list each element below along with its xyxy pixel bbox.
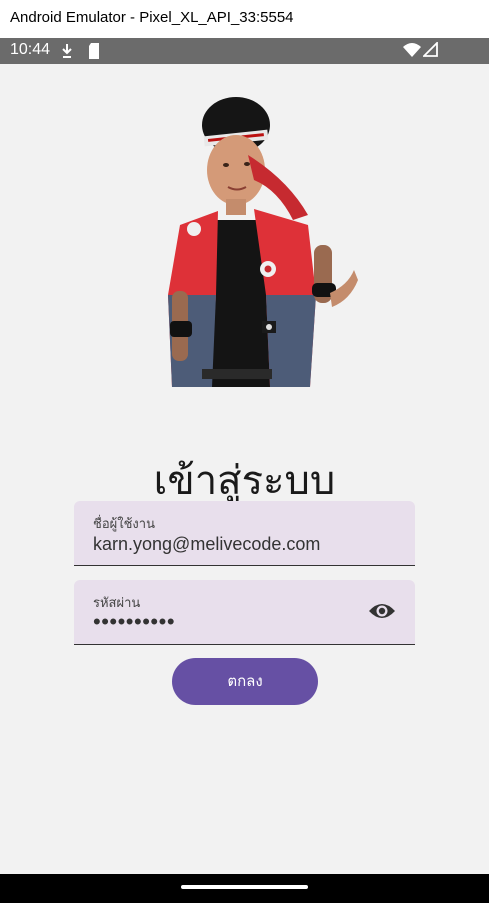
profile-photo: [168, 97, 358, 387]
navigation-bar: [0, 874, 489, 903]
status-bar: 10:44: [0, 38, 489, 64]
username-input[interactable]: [93, 534, 393, 555]
wifi-icon: [403, 43, 421, 57]
status-time: 10:44: [10, 41, 51, 58]
window-title-bar: Android Emulator - Pixel_XL_API_33:5554: [0, 0, 489, 38]
visibility-eye-icon[interactable]: [367, 600, 397, 622]
home-gesture-handle[interactable]: [181, 885, 308, 889]
submit-button[interactable]: ตกลง: [172, 658, 318, 705]
sd-card-icon: [89, 43, 99, 59]
username-label: ชื่อผู้ใช้งาน: [93, 517, 155, 532]
window-title: Android Emulator - Pixel_XL_API_33:5554: [10, 9, 294, 26]
username-field[interactable]: ชื่อผู้ใช้งาน: [74, 501, 415, 566]
signal-icon: [423, 42, 438, 57]
password-input[interactable]: ••••••••••: [93, 609, 393, 635]
password-field[interactable]: รหัสผ่าน ••••••••••: [74, 580, 415, 645]
download-icon: [62, 44, 72, 58]
